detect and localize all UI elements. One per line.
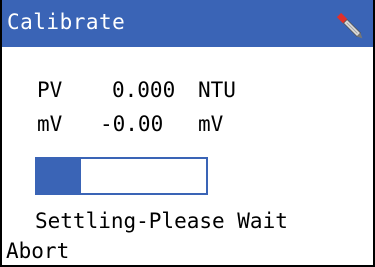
- status-message: Settling-Please Wait: [35, 209, 288, 233]
- progress-fill: [37, 159, 81, 193]
- mv-unit: mV: [198, 112, 224, 136]
- mv-value: -0.00: [100, 112, 164, 136]
- pv-unit: NTU: [198, 78, 236, 102]
- pv-label: PV: [37, 78, 63, 102]
- pv-value: 0.000: [112, 78, 176, 102]
- mv-label: mV: [37, 112, 63, 136]
- settling-progress-bar: [35, 157, 208, 195]
- calibrate-screen: Calibrate PV 0.000 NTU mV -0.00 mV Settl…: [0, 0, 375, 267]
- probe-icon: [336, 12, 363, 39]
- screen-title: Calibrate: [7, 10, 126, 34]
- abort-button[interactable]: Abort: [6, 238, 69, 264]
- title-bar: Calibrate: [2, 0, 373, 47]
